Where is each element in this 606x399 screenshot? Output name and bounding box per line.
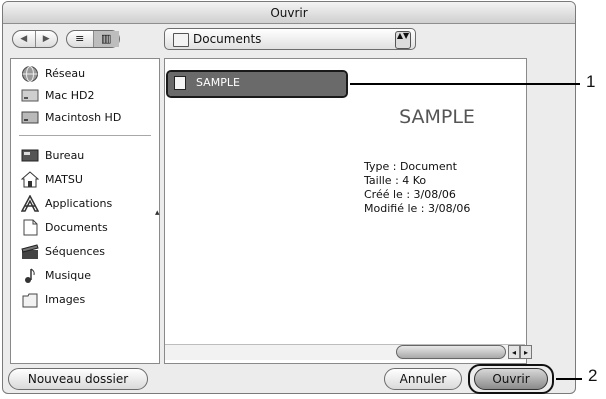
preview-size: Taille : 4 Ko — [364, 174, 427, 187]
scrollbar-thumb[interactable] — [396, 345, 506, 359]
sidebar-item-documents[interactable]: Documents — [21, 217, 153, 239]
preview-title: SAMPLE — [399, 106, 475, 128]
scroll-left-button[interactable]: ◂ — [508, 345, 520, 359]
sidebar-item-applications[interactable]: Applications — [20, 193, 153, 215]
sidebar-item-label: Bureau — [45, 149, 85, 162]
sidebar-item-mac-hd2[interactable]: Mac HD2 — [21, 85, 153, 107]
cancel-button[interactable]: Annuler — [384, 368, 462, 390]
callout-2-line — [556, 378, 582, 380]
sidebar-item-label: Applications — [45, 197, 113, 210]
sidebar-item-label: Séquences — [45, 245, 105, 258]
music-icon — [21, 267, 39, 284]
open-button[interactable]: Ouvrir — [474, 368, 548, 390]
preview-modified: Modifié le : 3/08/06 — [364, 202, 471, 215]
sidebar-item-bureau[interactable]: Bureau — [21, 145, 153, 167]
sidebar-item-label: Macintosh HD — [45, 111, 122, 124]
folder-icon — [173, 33, 189, 47]
sidebar-item-label: Réseau — [45, 67, 86, 80]
sidebar-item-reseau[interactable]: Réseau — [21, 63, 153, 85]
sidebar-item-images[interactable]: Images — [21, 289, 153, 311]
preview-type: Type : Document — [364, 160, 457, 173]
scroll-right-button[interactable]: ▸ — [520, 345, 532, 359]
location-popup[interactable]: Documents ▲▼ — [164, 28, 416, 50]
file-column — [164, 58, 348, 364]
movies-icon — [21, 243, 39, 260]
title-bar[interactable]: Ouvrir — [3, 2, 575, 24]
dialog-title: Ouvrir — [270, 6, 308, 20]
sidebar-item-label: Musique — [45, 269, 91, 282]
sidebar-divider — [19, 135, 151, 136]
callout-1-line — [350, 83, 580, 85]
hard-drive-icon — [21, 87, 39, 104]
pictures-icon — [21, 291, 39, 308]
sidebar-item-label: Images — [45, 293, 86, 306]
applications-icon — [20, 194, 40, 212]
forward-button[interactable]: ▶ — [34, 31, 58, 47]
sidebar-item-label: Documents — [45, 221, 108, 234]
sidebar-item-macintosh-hd[interactable]: Macintosh HD — [21, 107, 153, 129]
preview-created: Créé le : 3/08/06 — [364, 188, 456, 201]
sidebar: Réseau Mac HD2 Macintosh HD Bureau MATSU… — [10, 58, 160, 364]
sidebar-item-sequences[interactable]: Séquences — [21, 241, 153, 263]
home-icon — [20, 171, 40, 188]
callout-2-number: 2 — [588, 366, 598, 385]
popup-arrows-icon: ▲▼ — [395, 31, 411, 49]
hard-drive-icon — [21, 109, 39, 126]
selection-highlight — [166, 70, 348, 98]
file-name: SAMPLE — [196, 76, 240, 89]
splitter-grip-icon[interactable]: ▴ — [155, 208, 160, 218]
document-folder-icon — [21, 219, 39, 236]
new-folder-button[interactable]: Nouveau dossier — [8, 368, 148, 390]
callout-1-number: 1 — [586, 72, 596, 91]
sidebar-item-label: MATSU — [45, 173, 83, 186]
network-icon — [21, 65, 39, 82]
list-view-button[interactable]: ≡ — [67, 31, 93, 47]
sidebar-item-musique[interactable]: Musique — [21, 265, 153, 287]
desktop-icon — [21, 147, 39, 164]
column-view-button[interactable]: ▥ — [92, 31, 119, 47]
document-icon — [174, 76, 186, 90]
sidebar-item-matsu[interactable]: MATSU — [20, 169, 153, 191]
sidebar-item-label: Mac HD2 — [45, 89, 95, 102]
location-label: Documents — [193, 32, 262, 46]
back-button[interactable]: ◀ — [13, 31, 35, 47]
view-mode-buttons: ≡ ▥ — [66, 30, 120, 48]
back-forward-buttons: ◀ ▶ — [12, 30, 58, 48]
